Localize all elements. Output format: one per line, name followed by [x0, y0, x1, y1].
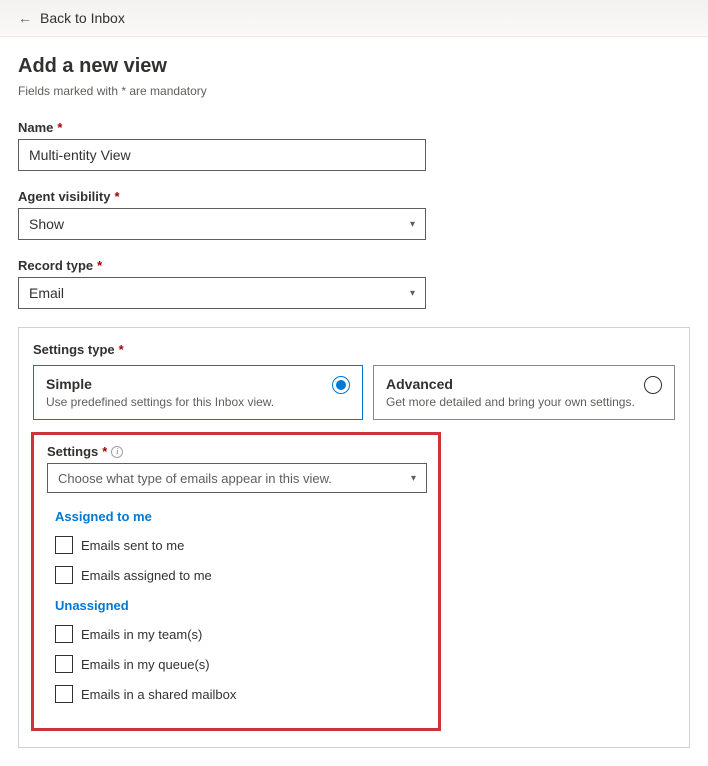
checkbox-icon: [55, 655, 73, 673]
settings-type-panel: Settings type * Simple Use predefined se…: [18, 327, 690, 748]
settings-select[interactable]: Choose what type of emails appear in thi…: [47, 463, 427, 493]
settings-options-list: Assigned to me Emails sent to me Emails …: [47, 493, 427, 715]
option-emails-in-shared-mailbox[interactable]: Emails in a shared mailbox: [51, 679, 423, 709]
settings-placeholder: Choose what type of emails appear in thi…: [58, 471, 332, 486]
radio-selected-icon: [332, 376, 350, 394]
group-unassigned-header: Unassigned: [51, 590, 423, 619]
option-emails-sent-to-me[interactable]: Emails sent to me: [51, 530, 423, 560]
checkbox-icon: [55, 536, 73, 554]
arrow-left-icon: ←: [18, 10, 32, 26]
required-asterisk: *: [57, 120, 62, 135]
page-title: Add a new view: [18, 55, 690, 78]
info-icon[interactable]: i: [111, 446, 123, 458]
chevron-down-icon: ▾: [411, 473, 416, 484]
checkbox-icon: [55, 566, 73, 584]
field-agent-visibility: Agent visibility * Show ▾: [18, 189, 690, 240]
required-asterisk: *: [119, 342, 124, 357]
group-assigned-header: Assigned to me: [51, 501, 423, 530]
advanced-title: Advanced: [386, 376, 635, 392]
checkbox-icon: [55, 625, 73, 643]
record-type-select[interactable]: Email ▾: [18, 277, 426, 309]
simple-desc: Use predefined settings for this Inbox v…: [46, 395, 274, 409]
required-asterisk: *: [97, 258, 102, 273]
settings-type-label: Settings type: [33, 342, 115, 357]
back-link-bar[interactable]: ← Back to Inbox: [0, 0, 708, 37]
required-asterisk: *: [114, 189, 119, 204]
option-emails-assigned-to-me[interactable]: Emails assigned to me: [51, 560, 423, 590]
option-label: Emails in my team(s): [81, 627, 202, 642]
advanced-desc: Get more detailed and bring your own set…: [386, 395, 635, 409]
chevron-down-icon: ▾: [410, 288, 415, 299]
option-emails-in-my-queues[interactable]: Emails in my queue(s): [51, 649, 423, 679]
settings-type-advanced[interactable]: Advanced Get more detailed and bring you…: [373, 365, 675, 420]
radio-unselected-icon: [644, 376, 662, 394]
option-emails-in-my-teams[interactable]: Emails in my team(s): [51, 619, 423, 649]
agent-visibility-label: Agent visibility: [18, 189, 110, 204]
simple-title: Simple: [46, 376, 274, 392]
name-label: Name: [18, 120, 53, 135]
option-label: Emails sent to me: [81, 538, 184, 553]
record-type-label: Record type: [18, 258, 93, 273]
chevron-down-icon: ▾: [410, 219, 415, 230]
option-label: Emails in a shared mailbox: [81, 687, 236, 702]
required-asterisk: *: [102, 444, 107, 459]
checkbox-icon: [55, 685, 73, 703]
settings-label: Settings: [47, 444, 98, 459]
settings-dropdown-area: Settings * i Choose what type of emails …: [33, 434, 439, 729]
agent-visibility-value: Show: [29, 216, 64, 232]
option-label: Emails assigned to me: [81, 568, 212, 583]
back-link-label: Back to Inbox: [40, 10, 125, 26]
page-subtitle: Fields marked with * are mandatory: [18, 84, 690, 98]
settings-type-options: Simple Use predefined settings for this …: [33, 365, 675, 420]
name-input-field[interactable]: [29, 147, 415, 163]
record-type-value: Email: [29, 285, 64, 301]
field-name: Name *: [18, 120, 690, 171]
field-record-type: Record type * Email ▾: [18, 258, 690, 309]
settings-type-simple[interactable]: Simple Use predefined settings for this …: [33, 365, 363, 420]
agent-visibility-select[interactable]: Show ▾: [18, 208, 426, 240]
form-content: Add a new view Fields marked with * are …: [0, 37, 708, 766]
option-label: Emails in my queue(s): [81, 657, 210, 672]
name-input[interactable]: [18, 139, 426, 171]
